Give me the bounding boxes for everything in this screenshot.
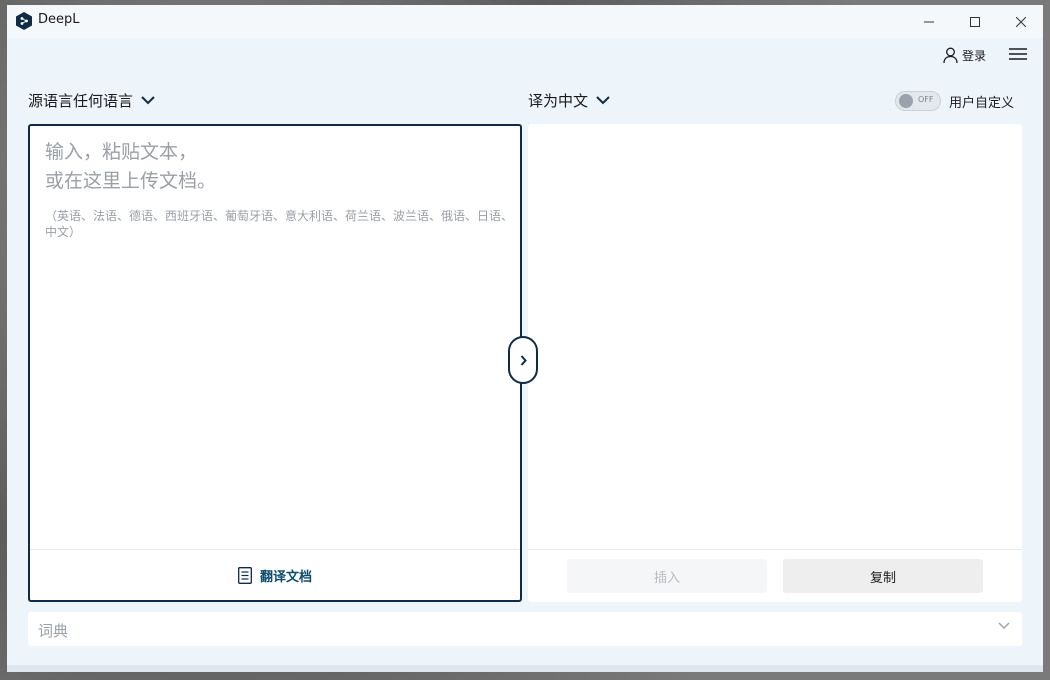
- source-language-label: 源语言任何语言: [28, 92, 134, 110]
- hamburger-menu-icon[interactable]: [1009, 46, 1027, 62]
- source-text-input[interactable]: 输入，粘贴文本， 或在这里上传文档。 （英语、法语、德语、西班牙语、葡萄牙语、意…: [28, 124, 522, 602]
- minimize-icon: [924, 21, 934, 22]
- toggle-knob: [899, 94, 913, 108]
- customization-toggle[interactable]: OFF: [895, 91, 941, 111]
- login-label: 登录: [962, 48, 987, 63]
- maximize-button[interactable]: [952, 5, 998, 38]
- account-area: 登录: [943, 45, 986, 65]
- copy-button[interactable]: 复制: [783, 559, 983, 593]
- dictionary-label: 词典: [38, 622, 69, 640]
- source-footer: 翻译文档: [30, 549, 520, 600]
- source-language-selector[interactable]: 源语言任何语言: [28, 90, 155, 111]
- title-bar[interactable]: DeepL: [7, 5, 1043, 38]
- chevron-down-icon: [998, 622, 1010, 629]
- target-footer: 插入 复制: [528, 549, 1022, 602]
- chevron-down-icon: [141, 96, 155, 105]
- target-language-label: 译为中文: [528, 92, 589, 110]
- toggle-state-text: OFF: [918, 95, 934, 104]
- maximize-icon: [970, 16, 980, 27]
- document-icon: [238, 566, 252, 584]
- target-text-output[interactable]: 插入 复制: [528, 124, 1022, 602]
- expand-toggle-button[interactable]: [508, 336, 538, 384]
- insert-button[interactable]: 插入: [567, 559, 767, 593]
- user-icon: [943, 47, 958, 63]
- translate-document-button[interactable]: 翻译文档: [238, 566, 312, 585]
- chevron-down-icon: [596, 96, 610, 105]
- deepl-logo-icon: [16, 12, 32, 30]
- supported-languages-hint: （英语、法语、德语、西班牙语、葡萄牙语、意大利语、荷兰语、波兰语、俄语、日语、中…: [45, 209, 514, 239]
- target-language-selector[interactable]: 译为中文: [528, 90, 610, 111]
- chevron-right-icon: [520, 354, 527, 366]
- close-button[interactable]: [998, 5, 1043, 38]
- customization-toggle-group: OFF 用户自定义: [895, 91, 1014, 111]
- close-icon: [1016, 16, 1026, 27]
- window-title: DeepL: [38, 12, 80, 27]
- source-placeholder: 输入，粘贴文本， 或在这里上传文档。: [45, 141, 217, 192]
- customization-label: 用户自定义: [949, 95, 1015, 111]
- app-window: DeepL 登录 源语言任何语言 译为中文 OFF 用户自定义 输入，粘贴文本，…: [7, 5, 1043, 672]
- window-bottom-strip: [7, 665, 1043, 672]
- login-button[interactable]: 登录: [943, 47, 986, 64]
- minimize-button[interactable]: [906, 5, 952, 38]
- dictionary-panel[interactable]: 词典: [28, 612, 1022, 646]
- translate-document-label: 翻译文档: [259, 569, 312, 585]
